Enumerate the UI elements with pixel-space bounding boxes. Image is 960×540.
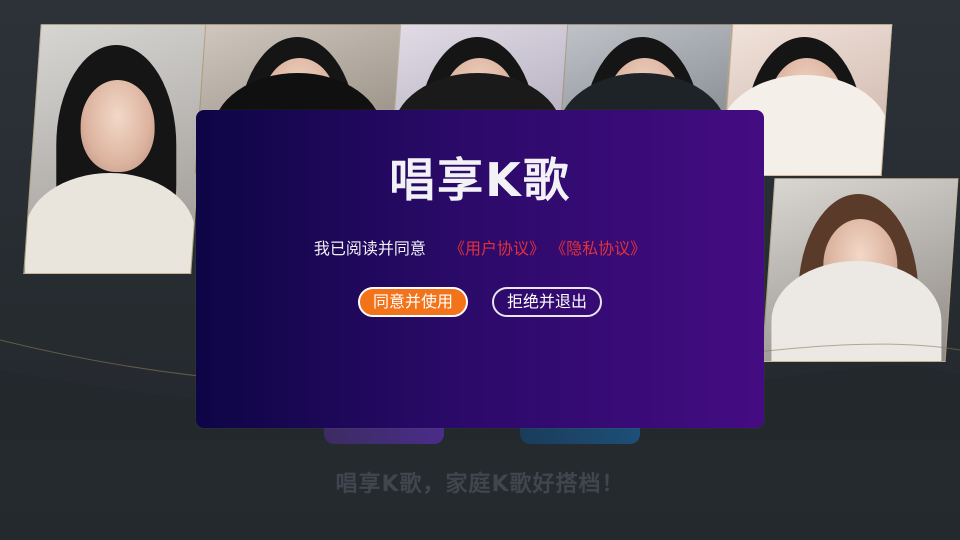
- refuse-button[interactable]: 拒绝并退出: [492, 287, 603, 317]
- consent-row: 我已阅读并同意 《用户协议》 《隐私协议》: [196, 235, 764, 259]
- dialog-actions: 同意并使用 拒绝并退出: [196, 287, 764, 317]
- singer-poster: [23, 24, 209, 274]
- dialog-title: 唱享K歌: [389, 153, 571, 207]
- user-agreement-link[interactable]: 《用户协议》: [449, 239, 545, 258]
- privacy-dialog: 唱享K歌 我已阅读并同意 《用户协议》 《隐私协议》 同意并使用 拒绝并退出: [196, 110, 764, 428]
- agree-button[interactable]: 同意并使用: [357, 287, 468, 317]
- consent-text: 我已阅读并同意: [313, 239, 426, 258]
- privacy-policy-link[interactable]: 《隐私协议》: [550, 239, 646, 258]
- slogan-text: 唱享K歌，家庭K歌好搭档！: [335, 472, 625, 497]
